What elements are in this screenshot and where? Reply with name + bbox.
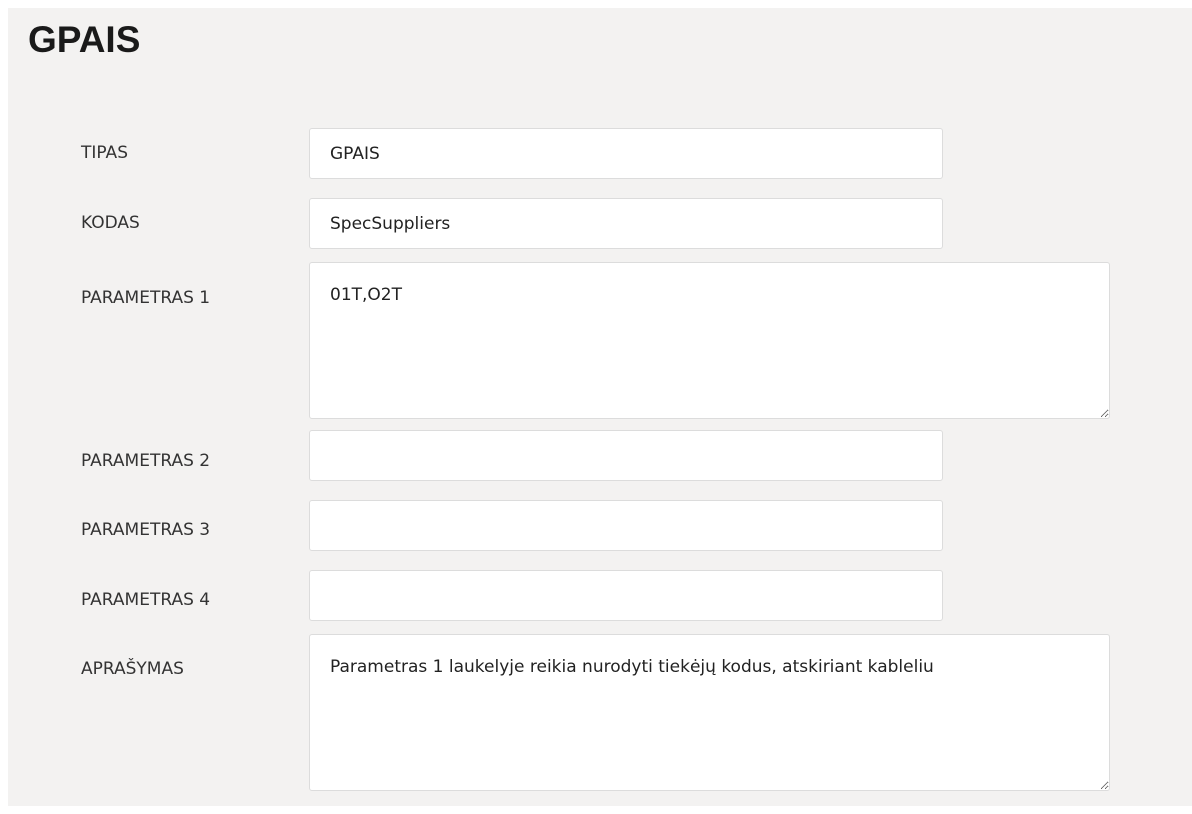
tipas-label: TIPAS: [81, 143, 128, 163]
parametras-2-label: PARAMETRAS 2: [81, 451, 211, 471]
aprasymas-textarea[interactable]: Parametras 1 laukelyje reikia nurodyti t…: [309, 634, 1110, 791]
parametras-2-field[interactable]: [309, 430, 943, 481]
kodas-label: KODAS: [81, 213, 140, 233]
parametras-3-field[interactable]: [309, 500, 943, 551]
parametras-1-textarea[interactable]: 01T,O2T: [309, 262, 1110, 419]
parametras-4-field[interactable]: [309, 570, 943, 621]
aprasymas-label: APRAŠYMAS: [81, 659, 184, 679]
parametras-4-label: PARAMETRAS 4: [81, 590, 211, 610]
parametras-1-label: PARAMETRAS 1: [81, 288, 211, 308]
page-title: GPAIS: [28, 19, 141, 60]
tipas-field[interactable]: [309, 128, 943, 179]
parametras-3-label: PARAMETRAS 3: [81, 520, 211, 540]
kodas-field[interactable]: [309, 198, 943, 249]
